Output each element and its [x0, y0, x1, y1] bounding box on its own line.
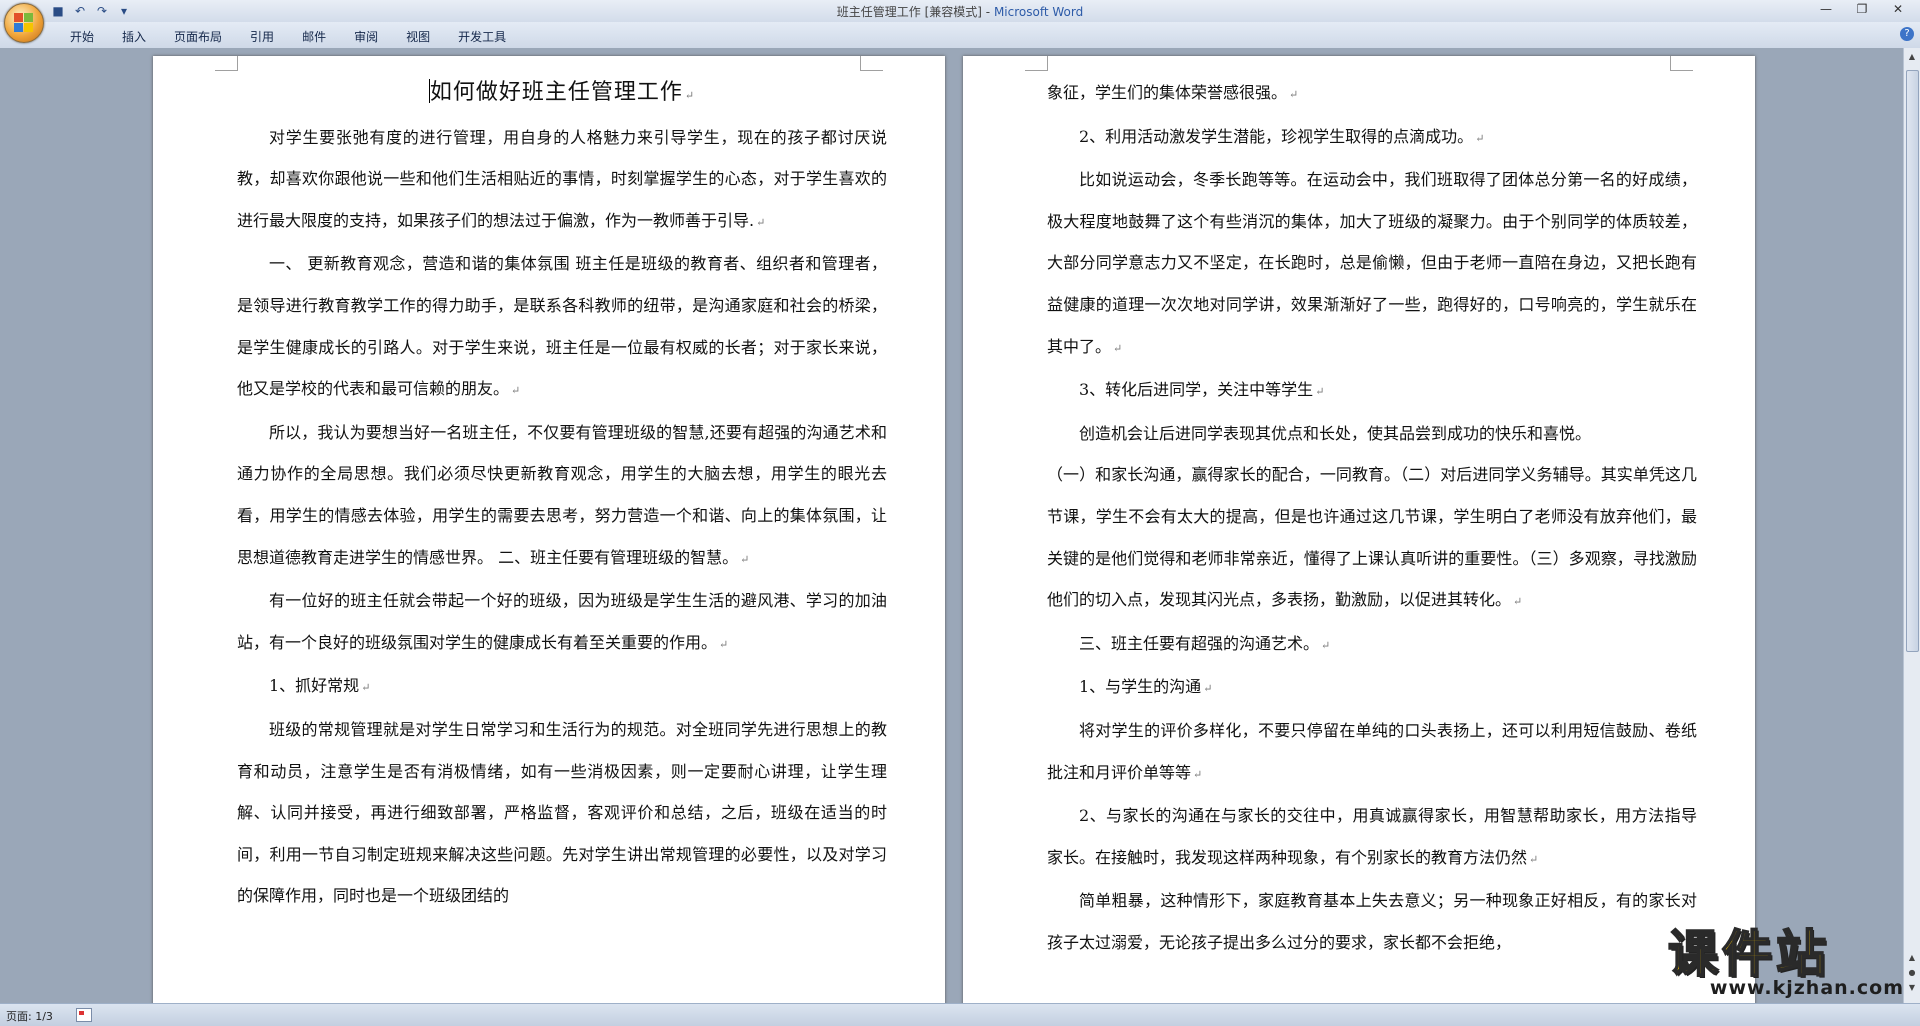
window-controls: — ❐ ✕ [1808, 0, 1916, 18]
paragraph: 将对学生的评价多样化，不要只停留在单纯的口头表扬上，还可以利用短信鼓励、卷纸批注… [1047, 720, 1697, 782]
page-2-body[interactable]: 象征，学生们的集体荣誉感很强。 ↵ 2、利用活动激发学生潜能，珍视学生取得的点滴成… [1047, 72, 1697, 963]
tab-home[interactable]: 开始 [56, 26, 108, 47]
watermark-brand: 课件站 [1667, 925, 1830, 983]
scroll-up-icon[interactable]: ▲ [1906, 52, 1918, 64]
paragraph: 班级的常规管理就是对学生日常学习和生活行为的规范。对全班同学先进行思想上的教育和… [237, 719, 887, 906]
paragraph: （一）和家长沟通，赢得家长的配合，一同教育。（二）对后进同学义务辅导。其实单凭这… [1047, 465, 1697, 610]
paragraph: 创造机会让后进同学表现其优点和长处，使其品尝到成功的快乐和喜悦。 [1079, 423, 1592, 443]
page-corner-mark [215, 56, 238, 71]
paragraph: 2、与家长的沟通在与家长的交往中，用真诚赢得家长，用智慧帮助家长，用方法指导家长… [1047, 806, 1697, 867]
page-corner-mark [1670, 56, 1693, 71]
paragraph: 比如说运动会，冬季长跑等等。在运动会中，我们班取得了团体总分第一名的好成绩，极大… [1047, 170, 1697, 356]
document-page-2[interactable]: 象征，学生们的集体荣誉感很强。 ↵ 2、利用活动激发学生潜能，珍视学生取得的点滴成… [963, 56, 1755, 1003]
tab-insert[interactable]: 插入 [108, 26, 160, 47]
page-1-body[interactable]: 如何做好班主任管理工作 ↵ 对学生要张弛有度的进行管理，用自身的人格魅力来引导学生… [237, 72, 887, 917]
title-separator: - [981, 5, 994, 19]
paragraph: 有一位好的班主任就会带起一个好的班级，因为班级是学生生活的避风港、学习的加油站，… [237, 591, 887, 652]
paragraph: 3、转化后进同学，关注中等学生 ↵ [1079, 380, 1325, 400]
restore-icon[interactable]: ❐ [1844, 0, 1880, 18]
tab-developer[interactable]: 开发工具 [444, 26, 520, 47]
paragraph: 2、利用活动激发学生潜能，珍视学生取得的点滴成功。 ↵ [1079, 126, 1485, 146]
tab-page-layout[interactable]: 页面布局 [160, 26, 236, 47]
app-name: Microsoft Word [993, 5, 1084, 19]
tab-view[interactable]: 视图 [392, 26, 444, 47]
page-corner-mark [860, 56, 883, 71]
ribbon-tabs: 开始 插入 页面布局 引用 邮件 审阅 视图 开发工具 [56, 26, 520, 47]
close-icon[interactable]: ✕ [1880, 0, 1916, 18]
paragraph: 三、班主任要有超强的沟通艺术。 ↵ [1079, 633, 1331, 653]
window-title: 班主任管理工作 [兼容模式] - Microsoft Word [0, 3, 1920, 20]
document-name: 班主任管理工作 [兼容模式] [836, 5, 982, 19]
ribbon-tab-bar: 开始 插入 页面布局 引用 邮件 审阅 视图 开发工具 ? [0, 22, 1920, 49]
watermark-logo: 课件站 www.kjzhan.com [1667, 925, 1908, 1003]
tab-mailings[interactable]: 邮件 [288, 26, 340, 47]
status-bar: 页面: 1/3 [0, 1003, 1920, 1026]
paragraph: 象征，学生们的集体荣誉感很强。 ↵ [1047, 83, 1299, 102]
title-bar: ■ ↶ ↷ ▾ 班主任管理工作 [兼容模式] - Microsoft Word … [0, 0, 1920, 23]
help-icon[interactable]: ? [1900, 27, 1914, 41]
proofing-icon[interactable] [76, 1008, 92, 1022]
office-logo-icon [14, 13, 34, 33]
page-corner-mark [1025, 56, 1048, 71]
office-button[interactable] [4, 3, 44, 43]
page-indicator[interactable]: 页面: 1/3 [6, 1008, 53, 1024]
paragraph: 1、抓好常规 ↵ [269, 676, 371, 696]
document-title: 如何做好班主任管理工作 ↵ [428, 79, 696, 105]
tab-review[interactable]: 审阅 [340, 26, 392, 47]
paragraph: 一、 更新教育观念，营造和谐的集体氛围 班主任是班级的教育者、组织者和管理者，是… [237, 254, 887, 399]
paragraph: 1、与学生的沟通 ↵ [1079, 677, 1213, 697]
document-page-1[interactable]: 如何做好班主任管理工作 ↵ 对学生要张弛有度的进行管理，用自身的人格魅力来引导学生… [153, 56, 945, 1003]
paragraph: 对学生要张弛有度的进行管理，用自身的人格魅力来引导学生，现在的孩子都讨厌说教，却… [237, 127, 887, 230]
scrollbar-thumb[interactable] [1906, 70, 1919, 652]
paragraph: 简单粗暴，这种情形下，家庭教育基本上失去意义；另一种现象正好相反，有的家长对孩子… [1047, 891, 1697, 952]
minimize-icon[interactable]: — [1808, 0, 1844, 18]
vertical-scrollbar[interactable]: ▲ ▲ ● ▼ [1903, 48, 1920, 1003]
tab-references[interactable]: 引用 [236, 26, 288, 47]
paragraph: 所以，我认为要想当好一名班主任，不仅要有管理班级的智慧,还要有超强的沟通艺术和通… [237, 422, 887, 567]
document-workspace: 如何做好班主任管理工作 ↵ 对学生要张弛有度的进行管理，用自身的人格魅力来引导学生… [0, 48, 1904, 1003]
